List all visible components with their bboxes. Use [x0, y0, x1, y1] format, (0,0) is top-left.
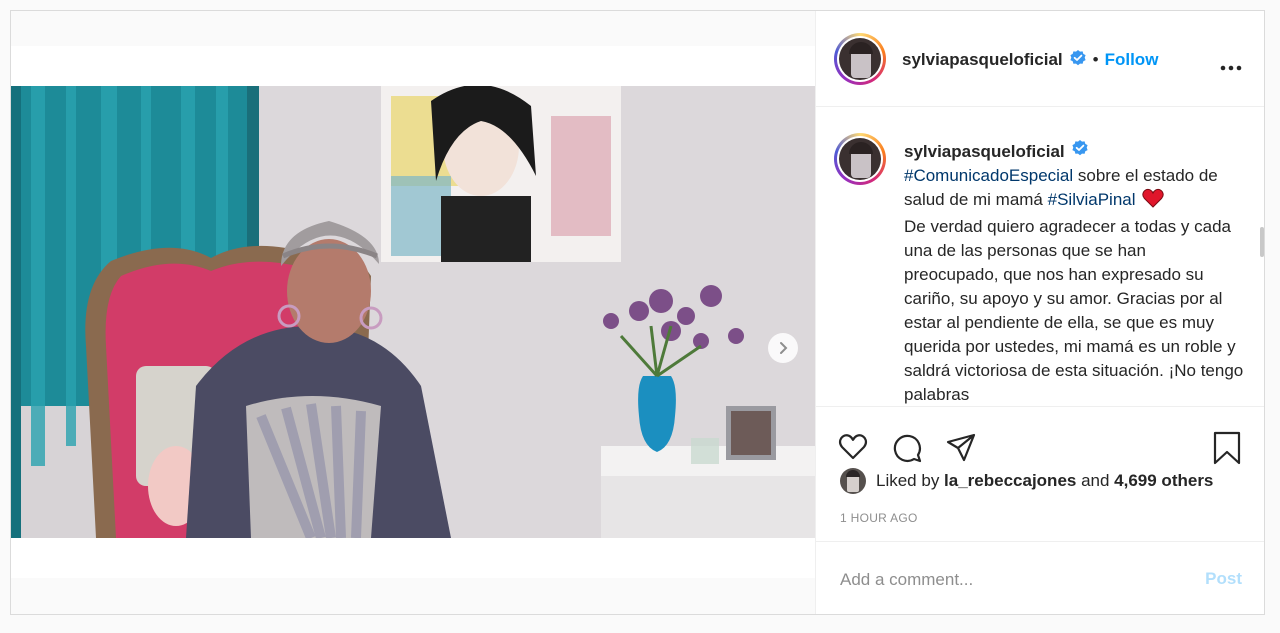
caption-author-avatar[interactable]	[834, 133, 886, 185]
liker-avatar-icon[interactable]	[840, 468, 866, 494]
profile-photo-icon	[839, 38, 881, 80]
likes-middle: and	[1076, 471, 1115, 490]
share-button[interactable]	[946, 433, 976, 468]
bookmark-icon	[1213, 431, 1241, 465]
save-button[interactable]	[1212, 431, 1242, 470]
author-avatar[interactable]	[834, 33, 886, 85]
caption-text: sylviapasqueloficial #ComunicadoEspecial…	[904, 139, 1244, 406]
heart-emoji-icon	[1142, 188, 1164, 215]
speech-bubble-icon	[893, 434, 922, 463]
header-meta: sylviapasqueloficial • Follow	[902, 47, 1158, 73]
post-media-panel	[11, 11, 815, 614]
caption-area: sylviapasqueloficial #ComunicadoEspecial…	[816, 107, 1264, 407]
hashtag-link[interactable]: #SilviaPinal	[1048, 190, 1136, 209]
caption-body: #ComunicadoEspecial sobre el estado de s…	[904, 164, 1244, 406]
media-frame	[11, 46, 815, 578]
likes-summary: Liked by la_rebeccajones and 4,699 other…	[840, 466, 1213, 496]
instagram-post: sylviapasqueloficial • Follow sylviapasq…	[10, 10, 1265, 615]
author-username[interactable]: sylviapasqueloficial	[902, 50, 1063, 70]
post-video[interactable]	[11, 86, 815, 538]
video-frame-illustration	[11, 86, 815, 538]
header-separator: •	[1092, 50, 1099, 69]
liker-username[interactable]: la_rebeccajones	[944, 471, 1076, 491]
post-side-panel: sylviapasqueloficial • Follow sylviapasq…	[815, 11, 1264, 614]
verified-badge-icon	[1069, 49, 1087, 72]
post-comment-button[interactable]: Post	[1205, 569, 1242, 589]
caption-scrollbar[interactable]	[1260, 227, 1264, 257]
more-options-button[interactable]	[1220, 58, 1242, 76]
caption-segment: De verdad quiero agradecer a todas y cad…	[904, 217, 1244, 404]
action-bar	[816, 407, 1264, 473]
chevron-right-icon	[780, 342, 788, 354]
comment-button[interactable]	[892, 433, 922, 468]
like-button[interactable]	[838, 433, 868, 466]
likes-prefix: Liked by	[876, 471, 945, 490]
next-media-button[interactable]	[768, 333, 798, 363]
hashtag-link[interactable]: #ComunicadoEspecial	[904, 166, 1073, 185]
post-header: sylviapasqueloficial • Follow	[816, 11, 1264, 107]
verified-badge-icon	[1071, 139, 1089, 164]
caption-username[interactable]: sylviapasqueloficial	[904, 140, 1065, 164]
heart-icon	[838, 434, 868, 460]
likes-count[interactable]: 4,699 others	[1114, 471, 1213, 491]
paper-plane-icon	[946, 433, 976, 462]
comment-input[interactable]	[838, 562, 1172, 598]
comment-box: Post	[816, 541, 1264, 614]
profile-photo-icon	[839, 138, 881, 180]
post-timestamp[interactable]: 1 HOUR AGO	[840, 511, 918, 525]
ellipsis-icon	[1220, 65, 1242, 71]
follow-button[interactable]: Follow	[1105, 50, 1159, 70]
